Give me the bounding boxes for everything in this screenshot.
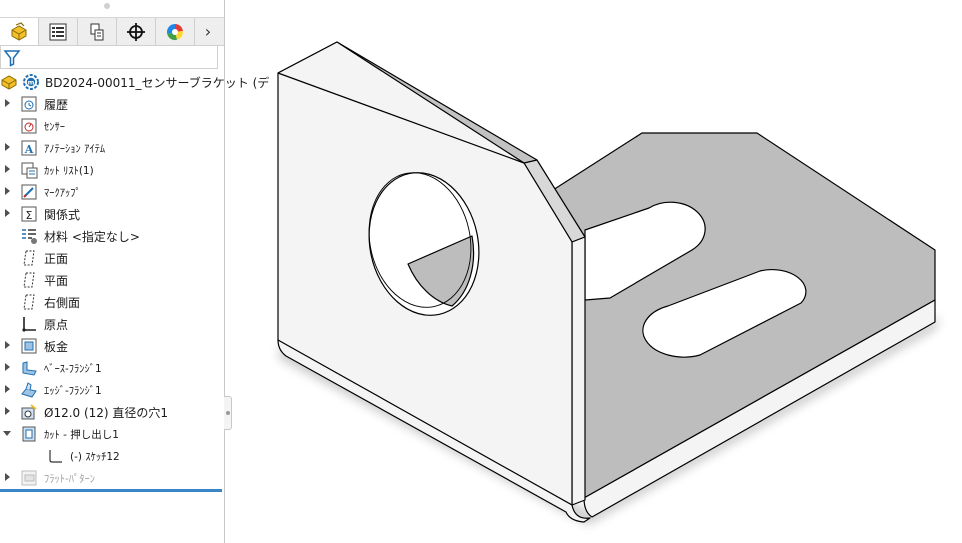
origin-icon <box>22 317 36 332</box>
config-m-icon: m <box>23 74 39 90</box>
rollback-bar[interactable] <box>0 489 222 492</box>
tree-item-label: ｱﾉﾃｰｼｮﾝ ｱｲﾃﾑ <box>44 143 106 155</box>
appearance-pie-icon <box>166 23 183 40</box>
graphics-area[interactable] <box>226 0 962 543</box>
equations-icon: Σ <box>21 206 37 222</box>
flat-pattern-icon <box>21 470 37 486</box>
plane-icon <box>23 294 35 310</box>
tree-item-label: 関係式 <box>44 208 81 222</box>
tree-item-label: ｶｯﾄ ﾘｽﾄ(1) <box>44 165 94 177</box>
cut-extrude-icon <box>22 426 36 442</box>
feature-tree: m BD2024-00011_センサーブラケット (デ 履歴 ｾﾝｻｰ A ｱﾉﾃｰｼ… <box>0 71 269 489</box>
annotation-icon: A <box>21 140 37 156</box>
tree-item[interactable]: 平面 <box>0 269 224 291</box>
expand-right-icon[interactable] <box>5 165 10 173</box>
edge-flange-side <box>571 236 586 506</box>
more-tabs-chevron-icon[interactable]: › <box>195 18 221 45</box>
tree-item-label: 平面 <box>44 274 69 288</box>
tree-item-label: 正面 <box>44 252 69 266</box>
tree-item-label: 右側面 <box>44 296 81 310</box>
featuremanager-icon <box>11 21 27 41</box>
tree-item-label: ﾌﾗｯﾄ-ﾊﾟﾀｰﾝ <box>44 473 96 485</box>
markup-icon <box>21 184 37 200</box>
propertymanager-tab[interactable] <box>39 18 78 45</box>
tree-item-label: ｴｯｼﾞ-ﾌﾗﾝｼﾞ1 <box>44 385 102 397</box>
sheet-metal-icon <box>21 338 37 354</box>
tree-root-part[interactable]: m BD2024-00011_センサーブラケット (デ <box>0 71 269 93</box>
svg-text:m: m <box>28 79 35 87</box>
tree-item[interactable]: (-) ｽｹｯﾁ12 <box>0 445 224 467</box>
edge-flange-icon <box>21 382 37 398</box>
tree-item-label: ｶｯﾄ - 押し出し1 <box>44 429 119 441</box>
plane-icon <box>23 272 35 288</box>
dimxpert-tab[interactable] <box>117 18 156 45</box>
expand-right-icon[interactable] <box>5 473 10 481</box>
tree-item[interactable]: ｶｯﾄ - 押し出し1 <box>0 423 224 445</box>
crosshair-icon <box>127 22 145 41</box>
tree-item[interactable]: ｶｯﾄ ﾘｽﾄ(1) <box>0 159 224 181</box>
tree-item[interactable]: ｴｯｼﾞ-ﾌﾗﾝｼﾞ1 <box>0 379 224 401</box>
base-flange-icon <box>22 361 37 376</box>
tree-item-label: 材料 <指定なし> <box>44 230 140 244</box>
cut-list-icon <box>21 162 38 179</box>
tree-item-label: 履歴 <box>44 98 69 112</box>
tree-item-label: ﾏｰｸｱｯﾌﾟ <box>44 187 81 199</box>
tree-item[interactable]: ﾌﾗｯﾄ-ﾊﾟﾀｰﾝ <box>0 467 224 489</box>
tree-item-label: 板金 <box>44 340 69 354</box>
part-icon <box>1 75 17 90</box>
svg-text:A: A <box>24 143 34 156</box>
expand-right-icon[interactable] <box>5 363 10 371</box>
manager-tab-bar: › <box>0 17 224 46</box>
expand-right-icon[interactable] <box>5 187 10 195</box>
hole-wizard-icon <box>21 404 37 420</box>
panel-grip-dot[interactable] <box>104 3 110 9</box>
tree-item[interactable]: Ø12.0 (12) 直径の穴1 <box>0 401 224 423</box>
expand-right-icon[interactable] <box>5 407 10 415</box>
tree-item[interactable]: 正面 <box>0 247 224 269</box>
filter-funnel-icon <box>3 50 21 67</box>
featuremanager-tab[interactable] <box>0 18 39 45</box>
sensor-icon <box>21 118 37 134</box>
tree-item-label: Ø12.0 (12) 直径の穴1 <box>44 406 169 420</box>
tree-item-label: ｾﾝｻｰ <box>44 121 65 133</box>
property-list-icon <box>49 23 67 40</box>
feature-manager-panel: › m BD2024-00011_センサーブラケット (デ 履歴 ｾﾝｻｰ A ｱﾉﾃ… <box>0 0 269 543</box>
tree-item[interactable]: 材料 <指定なし> <box>0 225 224 247</box>
tree-filter-field[interactable] <box>0 45 218 69</box>
tree-item-label: (-) ｽｹｯﾁ12 <box>70 451 120 463</box>
configuration-icon <box>90 23 104 40</box>
sketch-icon <box>49 450 62 463</box>
tree-item[interactable]: ｾﾝｻｰ <box>0 115 224 137</box>
configurationmanager-tab[interactable] <box>78 18 117 45</box>
tree-item[interactable]: A ｱﾉﾃｰｼｮﾝ ｱｲﾃﾑ <box>0 137 224 159</box>
sensor-bracket-model[interactable] <box>277 41 936 523</box>
tree-item-label: 原点 <box>44 318 69 332</box>
tree-item[interactable]: 右側面 <box>0 291 224 313</box>
tree-item[interactable]: ﾏｰｸｱｯﾌﾟ <box>0 181 224 203</box>
tree-item-label: ﾍﾞｰｽ-ﾌﾗﾝｼﾞ1 <box>44 363 102 375</box>
tree-item[interactable]: 履歴 <box>0 93 224 115</box>
history-icon <box>21 96 37 112</box>
expand-right-icon[interactable] <box>5 99 10 107</box>
display-manager-tab[interactable] <box>156 18 195 45</box>
tree-item[interactable]: ﾍﾞｰｽ-ﾌﾗﾝｼﾞ1 <box>0 357 224 379</box>
expand-right-icon[interactable] <box>5 341 10 349</box>
tree-item[interactable]: 原点 <box>0 313 224 335</box>
tree-item[interactable]: 板金 <box>0 335 224 357</box>
expand-right-icon[interactable] <box>5 143 10 151</box>
expand-right-icon[interactable] <box>5 385 10 393</box>
expand-right-icon[interactable] <box>5 209 10 217</box>
tree-item[interactable]: Σ 関係式 <box>0 203 224 225</box>
expand-down-icon[interactable] <box>3 431 11 436</box>
material-icon <box>22 229 37 244</box>
svg-text:Σ: Σ <box>26 209 33 222</box>
plane-icon <box>23 250 35 266</box>
